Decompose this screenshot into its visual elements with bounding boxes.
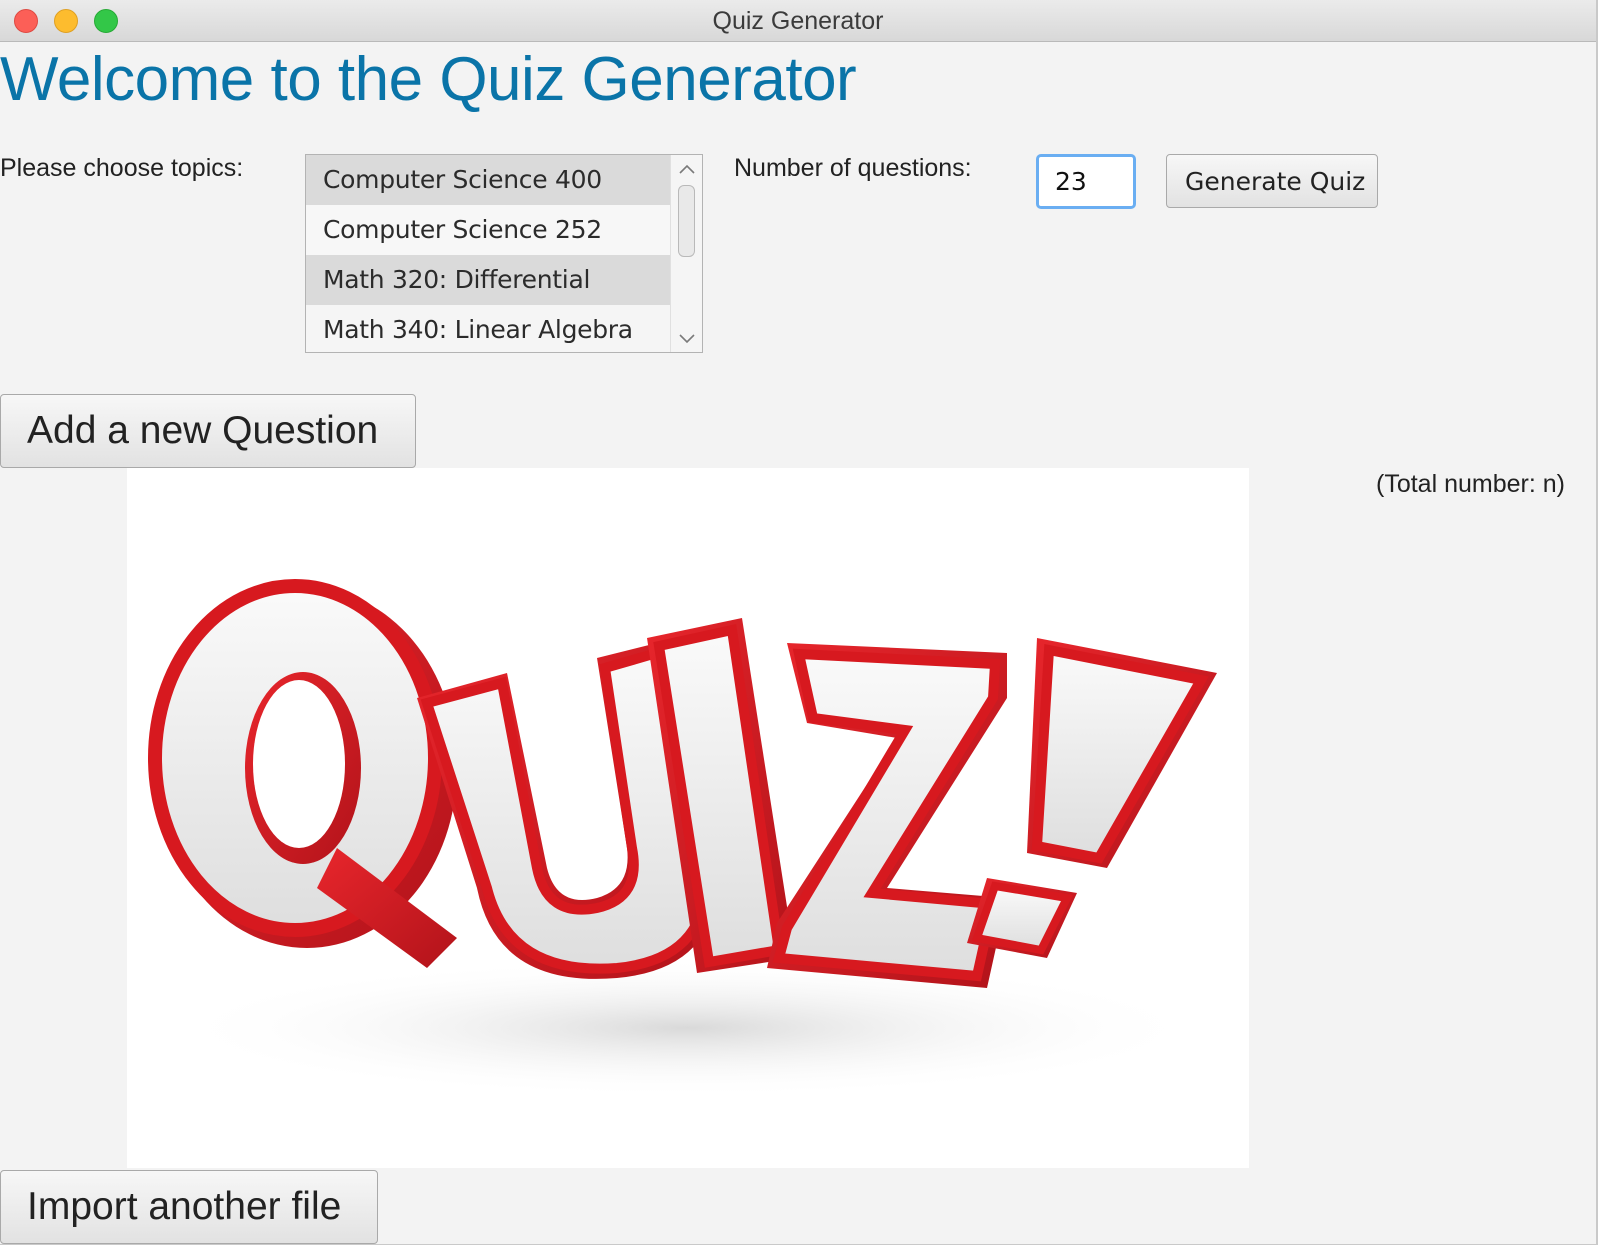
quiz-3d-text-image <box>148 579 1217 1098</box>
topic-item-math320[interactable]: Math 320: Differential <box>306 255 671 305</box>
scroll-thumb[interactable] <box>678 185 695 257</box>
topics-scrollbar[interactable] <box>670 155 702 352</box>
add-question-button[interactable]: Add a new Question <box>0 394 416 468</box>
num-questions-input[interactable] <box>1036 154 1136 209</box>
total-number-label: (Total number: n) <box>1376 470 1565 498</box>
generate-quiz-button[interactable]: Generate Quiz <box>1166 154 1378 208</box>
num-questions-label: Number of questions: <box>734 154 972 182</box>
window-title: Quiz Generator <box>712 7 884 35</box>
topic-item-cs252[interactable]: Computer Science 252 <box>306 205 671 255</box>
scroll-up-icon[interactable] <box>671 155 702 181</box>
topics-label: Please choose topics: <box>0 154 244 182</box>
import-file-button[interactable]: Import another file <box>0 1170 378 1244</box>
letter-q-shape <box>148 579 457 968</box>
topic-item-math340[interactable]: Math 340: Linear Algebra <box>306 305 671 352</box>
quiz-illustration <box>127 468 1249 1168</box>
scroll-down-icon[interactable] <box>671 325 702 351</box>
app-window: Quiz Generator Welcome to the Quiz Gener… <box>0 0 1598 1245</box>
page-title: Welcome to the Quiz Generator <box>0 45 857 114</box>
topic-item-cs400[interactable]: Computer Science 400 <box>306 155 671 205</box>
topics-list[interactable]: Computer Science 400 Computer Science 25… <box>305 154 703 353</box>
title-bar: Quiz Generator <box>0 0 1596 42</box>
